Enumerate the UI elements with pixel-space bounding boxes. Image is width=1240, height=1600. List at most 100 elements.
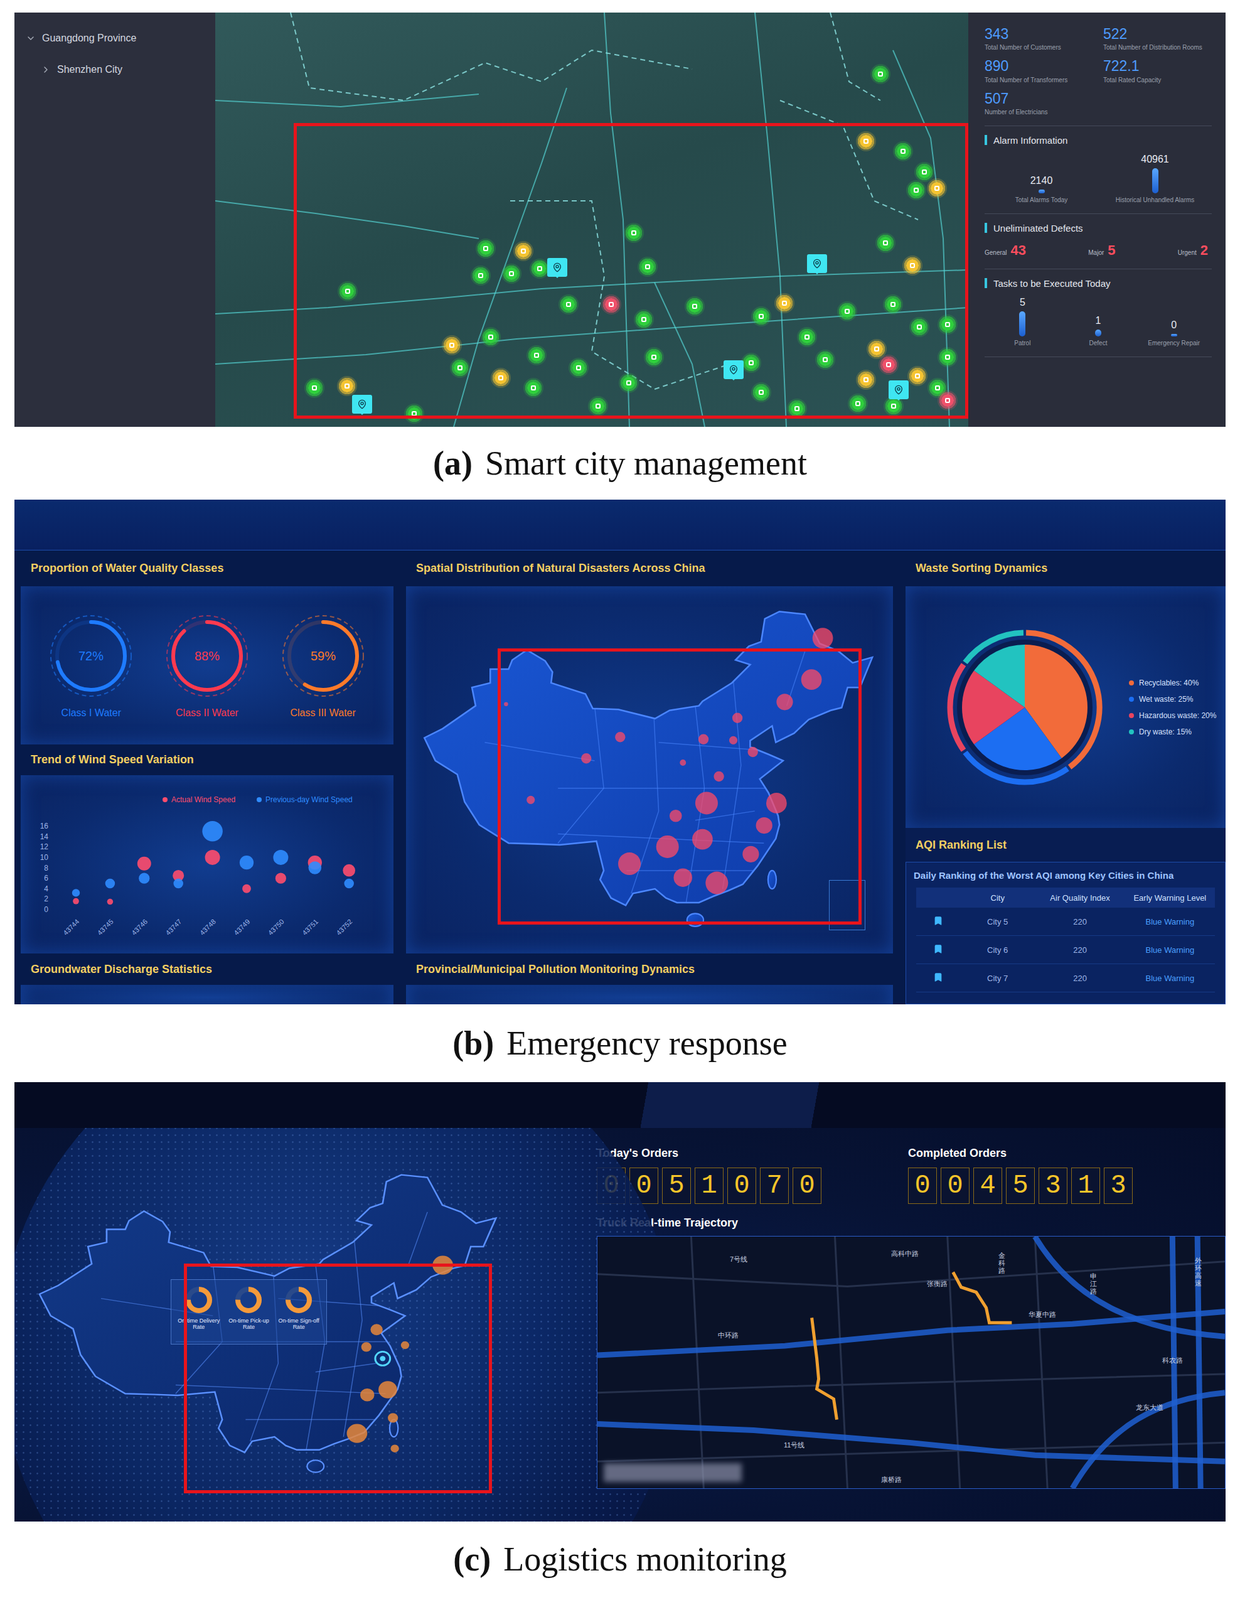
bubble[interactable] — [275, 872, 287, 884]
disaster-dot[interactable] — [581, 753, 592, 764]
bubble[interactable] — [138, 872, 150, 884]
logistics-hub[interactable] — [361, 1341, 372, 1352]
map-marker[interactable] — [623, 222, 644, 243]
map-marker[interactable] — [875, 232, 896, 253]
bookmark-icon[interactable] — [933, 972, 944, 983]
bubble[interactable] — [202, 820, 223, 842]
map-marker[interactable] — [902, 255, 923, 276]
bookmark-icon[interactable] — [933, 915, 944, 926]
map-marker[interactable] — [741, 352, 762, 373]
map-marker[interactable] — [796, 326, 818, 348]
disaster-dot[interactable] — [614, 731, 626, 742]
disaster-dot[interactable] — [756, 817, 773, 834]
map-marker[interactable] — [751, 382, 772, 403]
disaster-dot[interactable] — [618, 852, 641, 875]
disaster-dot[interactable] — [776, 693, 793, 710]
tree-item[interactable]: Shenzhen City — [25, 62, 208, 77]
bubble[interactable] — [72, 897, 80, 905]
logistics-hub[interactable] — [387, 1412, 398, 1422]
map-marker[interactable] — [937, 314, 958, 335]
bubble[interactable] — [342, 864, 356, 877]
bubble[interactable] — [205, 849, 221, 865]
map-marker[interactable] — [441, 335, 462, 356]
map-marker[interactable] — [404, 403, 425, 424]
map-marker[interactable] — [475, 238, 496, 259]
map-marker[interactable] — [470, 265, 491, 286]
map-marker[interactable] — [601, 294, 622, 315]
location-pin[interactable] — [807, 254, 828, 273]
disaster-dot[interactable] — [526, 795, 535, 804]
disaster-dot[interactable] — [729, 736, 738, 745]
map-marker[interactable] — [587, 395, 609, 417]
map-marker[interactable] — [523, 377, 544, 398]
map-marker[interactable] — [870, 64, 891, 85]
map-marker[interactable] — [304, 377, 325, 398]
map-marker[interactable] — [847, 393, 868, 414]
bubble[interactable] — [137, 856, 152, 871]
tree-label[interactable]: Shenzhen City — [57, 64, 123, 76]
map-marker[interactable] — [909, 316, 930, 337]
map-marker[interactable] — [336, 375, 358, 396]
map-marker[interactable] — [774, 293, 795, 314]
logistics-hub[interactable] — [370, 1323, 383, 1335]
bookmark-icon[interactable] — [933, 943, 944, 954]
map-marker[interactable] — [526, 345, 547, 366]
bubble[interactable] — [72, 888, 80, 897]
disaster-dot[interactable] — [713, 771, 724, 782]
bubble[interactable] — [173, 878, 184, 889]
disaster-dot[interactable] — [669, 809, 683, 823]
logistics-hub[interactable] — [360, 1388, 375, 1402]
disaster-dot[interactable] — [732, 712, 743, 723]
map-marker[interactable] — [751, 306, 772, 327]
disaster-dot[interactable] — [742, 845, 759, 863]
map-marker[interactable] — [501, 263, 522, 284]
logistics-hub[interactable] — [432, 1255, 454, 1274]
pie-slice-group[interactable] — [965, 632, 1025, 708]
map-marker[interactable] — [906, 180, 927, 201]
collapsed-chevron-icon[interactable] — [40, 64, 51, 75]
map-marker[interactable] — [558, 294, 579, 315]
map-marker[interactable] — [855, 131, 877, 152]
truck-trajectory[interactable] — [953, 1272, 1013, 1323]
map-marker[interactable] — [490, 367, 511, 388]
disaster-dot[interactable] — [692, 828, 713, 850]
disaster-dot[interactable] — [673, 867, 693, 887]
disaster-dot[interactable] — [812, 627, 834, 649]
map-marker[interactable] — [907, 365, 928, 386]
map-marker[interactable] — [568, 357, 589, 378]
map-marker[interactable] — [513, 240, 534, 262]
disaster-dot[interactable] — [705, 871, 728, 895]
expanded-chevron-icon[interactable] — [25, 33, 36, 44]
logistics-hub[interactable] — [400, 1341, 410, 1349]
map-marker[interactable] — [643, 347, 664, 368]
map-marker[interactable] — [618, 372, 639, 393]
bubble[interactable] — [308, 860, 322, 875]
map-marker[interactable] — [878, 354, 899, 375]
logistics-hub[interactable] — [347, 1423, 368, 1443]
logistics-hub[interactable] — [378, 1380, 398, 1399]
map-marker[interactable] — [633, 309, 654, 330]
disaster-dot[interactable] — [695, 791, 718, 814]
map-marker[interactable] — [637, 256, 658, 277]
map-marker[interactable] — [837, 301, 858, 322]
bubble[interactable] — [239, 855, 254, 870]
map-marker[interactable] — [926, 178, 947, 199]
bubble[interactable] — [105, 878, 116, 889]
map-marker[interactable] — [684, 296, 705, 317]
map-marker[interactable] — [337, 281, 358, 302]
disaster-dot[interactable] — [656, 835, 679, 858]
tree-label[interactable]: Guangdong Province — [42, 32, 137, 44]
logistics-hub[interactable] — [390, 1444, 399, 1453]
disaster-dot[interactable] — [503, 701, 509, 706]
disaster-dot[interactable] — [766, 792, 787, 814]
map-marker[interactable] — [855, 369, 877, 390]
location-pin[interactable] — [547, 257, 568, 277]
map-marker[interactable] — [892, 141, 914, 162]
location-pin[interactable] — [888, 380, 909, 400]
disaster-dot[interactable] — [801, 668, 823, 690]
map-marker[interactable] — [786, 398, 808, 419]
disaster-dot[interactable] — [679, 759, 686, 766]
tree-item[interactable]: Guangdong Province — [25, 31, 208, 46]
bubble[interactable] — [107, 898, 114, 905]
map-marker[interactable] — [480, 326, 501, 348]
